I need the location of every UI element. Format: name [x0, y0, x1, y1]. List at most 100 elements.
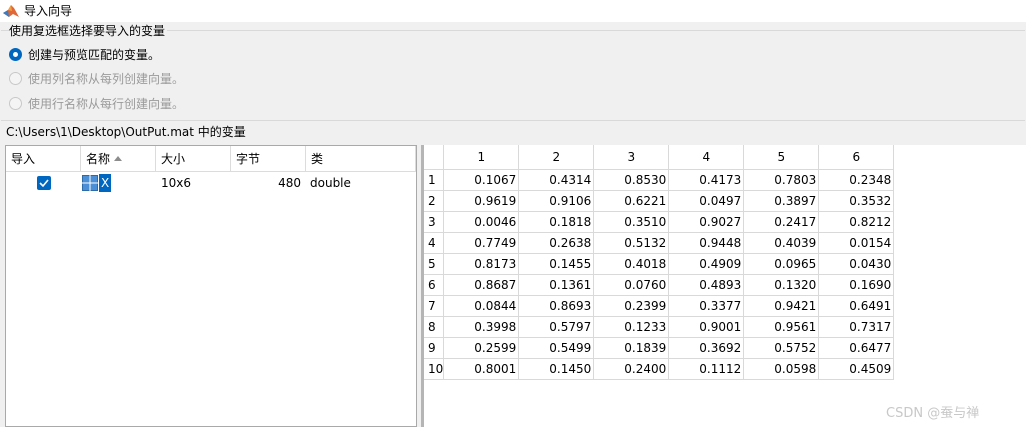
- table-cell: 0.0046: [443, 210, 520, 233]
- column-header: 6: [818, 145, 895, 170]
- table-cell: 0.0497: [668, 189, 745, 212]
- table-cell: 0.9561: [743, 315, 820, 338]
- table-cell: 0.8687: [443, 273, 520, 296]
- radio-label: 创建与预览匹配的变量。: [28, 48, 161, 62]
- table-cell: 0.9001: [668, 315, 745, 338]
- table-cell: 0.2599: [443, 336, 520, 359]
- variable-list-panel: 导入 名称 大小 字节 类 X 10x6 480 double: [5, 145, 417, 427]
- variable-row[interactable]: X 10x6 480 double: [6, 173, 416, 193]
- table-cell: 0.9421: [743, 294, 820, 317]
- table-row: 4 0.7749 0.2638 0.5132 0.9448 0.4039 0.0154: [424, 231, 895, 254]
- header-label: 导入: [11, 152, 36, 166]
- table-cell: 0.8173: [443, 252, 520, 275]
- table-cell: 0.4893: [668, 273, 745, 296]
- variable-list-header: 导入 名称 大小 字节 类: [6, 146, 416, 172]
- row-header: 3: [424, 210, 445, 233]
- table-cell: 0.1455: [518, 252, 595, 275]
- column-header: 4: [668, 145, 745, 170]
- variable-size: 10x6: [161, 176, 192, 190]
- radio-unselected-icon[interactable]: [9, 97, 22, 110]
- table-row: 2 0.9619 0.9106 0.6221 0.0497 0.3897 0.3532: [424, 189, 895, 212]
- table-cell: 0.3532: [818, 189, 895, 212]
- table-cell: 0.7803: [743, 168, 820, 191]
- column-header-name[interactable]: 名称: [81, 146, 156, 172]
- table-cell: 0.9448: [668, 231, 745, 254]
- variable-name[interactable]: X: [99, 174, 112, 192]
- row-header: 6: [424, 273, 445, 296]
- radio-label: 使用行名称从每行创建向量。: [28, 97, 185, 111]
- table-cell: 0.4509: [818, 357, 895, 380]
- table-cell: 0.4314: [518, 168, 595, 191]
- variable-class: double: [310, 176, 351, 190]
- table-cell: 0.1839: [593, 336, 670, 359]
- table-cell: 0.1112: [668, 357, 745, 380]
- table-cell: 0.6477: [818, 336, 895, 359]
- radio-selected-icon[interactable]: [9, 48, 22, 61]
- radio-label: 使用列名称从每列创建向量。: [28, 72, 185, 86]
- table-cell: 0.9106: [518, 189, 595, 212]
- table-cell: 0.6221: [593, 189, 670, 212]
- table-cell: 0.2399: [593, 294, 670, 317]
- radio-row-vectors[interactable]: 使用行名称从每行创建向量。: [9, 95, 184, 113]
- options-group-title: 使用复选框选择要导入的变量: [9, 23, 168, 39]
- table-cell: 0.5752: [743, 336, 820, 359]
- radio-unselected-icon[interactable]: [9, 72, 22, 85]
- table-cell: 0.7749: [443, 231, 520, 254]
- header-label: 大小: [161, 152, 186, 166]
- header-label: 字节: [236, 152, 261, 166]
- table-cell: 0.3510: [593, 210, 670, 233]
- column-header-class[interactable]: 类: [306, 146, 416, 172]
- column-header-size[interactable]: 大小: [156, 146, 231, 172]
- table-row: 3 0.0046 0.1818 0.3510 0.9027 0.2417 0.8212: [424, 210, 895, 233]
- import-checkbox[interactable]: [37, 176, 51, 190]
- row-header: 2: [424, 189, 445, 212]
- column-header-bytes[interactable]: 字节: [231, 146, 306, 172]
- table-cell: 0.0154: [818, 231, 895, 254]
- table-cell: 0.0760: [593, 273, 670, 296]
- header-label: 名称: [86, 152, 111, 166]
- table-cell: 0.3692: [668, 336, 745, 359]
- variables-caption: C:\Users\1\Desktop\OutPut.mat 中的变量: [6, 125, 246, 139]
- variable-bytes: 480: [278, 176, 301, 190]
- title-bar: 导入向导: [0, 0, 1026, 22]
- watermark: CSDN @蚕与禅: [886, 406, 980, 421]
- table-cell: 0.0844: [443, 294, 520, 317]
- table-row: 7 0.0844 0.8693 0.2399 0.3377 0.9421 0.6491: [424, 294, 895, 317]
- column-header: 2: [518, 145, 595, 170]
- table-cell: 0.1233: [593, 315, 670, 338]
- radio-create-matching[interactable]: 创建与预览匹配的变量。: [9, 46, 160, 64]
- table-cell: 0.3377: [668, 294, 745, 317]
- matrix-variable-icon: [82, 175, 98, 191]
- table-cell: 0.2348: [818, 168, 895, 191]
- table-cell: 0.1361: [518, 273, 595, 296]
- column-header-import[interactable]: 导入: [6, 146, 81, 172]
- column-header: 1: [443, 145, 520, 170]
- sort-ascending-icon: [114, 156, 123, 161]
- table-cell: 0.3998: [443, 315, 520, 338]
- preview-table: 123456 1 0.1067 0.4314 0.8530 0.4173 0.7803 0.…: [424, 145, 895, 380]
- table-cell: 0.8212: [818, 210, 895, 233]
- radio-column-vectors[interactable]: 使用列名称从每列创建向量。: [9, 70, 184, 88]
- row-header: 1: [424, 168, 445, 191]
- table-cell: 0.9619: [443, 189, 520, 212]
- table-row: 5 0.8173 0.1455 0.4018 0.4909 0.0965 0.0430: [424, 252, 895, 275]
- table-cell: 0.1690: [818, 273, 895, 296]
- table-cell: 0.0965: [743, 252, 820, 275]
- row-header: 4: [424, 231, 445, 254]
- table-cell: 0.4909: [668, 252, 745, 275]
- table-cell: 0.5797: [518, 315, 595, 338]
- window-title: 导入向导: [24, 4, 73, 18]
- table-cell: 0.1818: [518, 210, 595, 233]
- table-cell: 0.2417: [743, 210, 820, 233]
- table-cell: 0.0430: [818, 252, 895, 275]
- table-cell: 0.1067: [443, 168, 520, 191]
- table-cell: 0.3897: [743, 189, 820, 212]
- table-cell: 0.9027: [668, 210, 745, 233]
- table-cell: 0.7317: [818, 315, 895, 338]
- header-label: 类: [311, 152, 324, 166]
- table-cell: 0.6491: [818, 294, 895, 317]
- table-cell: 0.1450: [518, 357, 595, 380]
- table-cell: 0.8001: [443, 357, 520, 380]
- table-cell: 0.0598: [743, 357, 820, 380]
- matlab-logo-icon: [3, 5, 19, 17]
